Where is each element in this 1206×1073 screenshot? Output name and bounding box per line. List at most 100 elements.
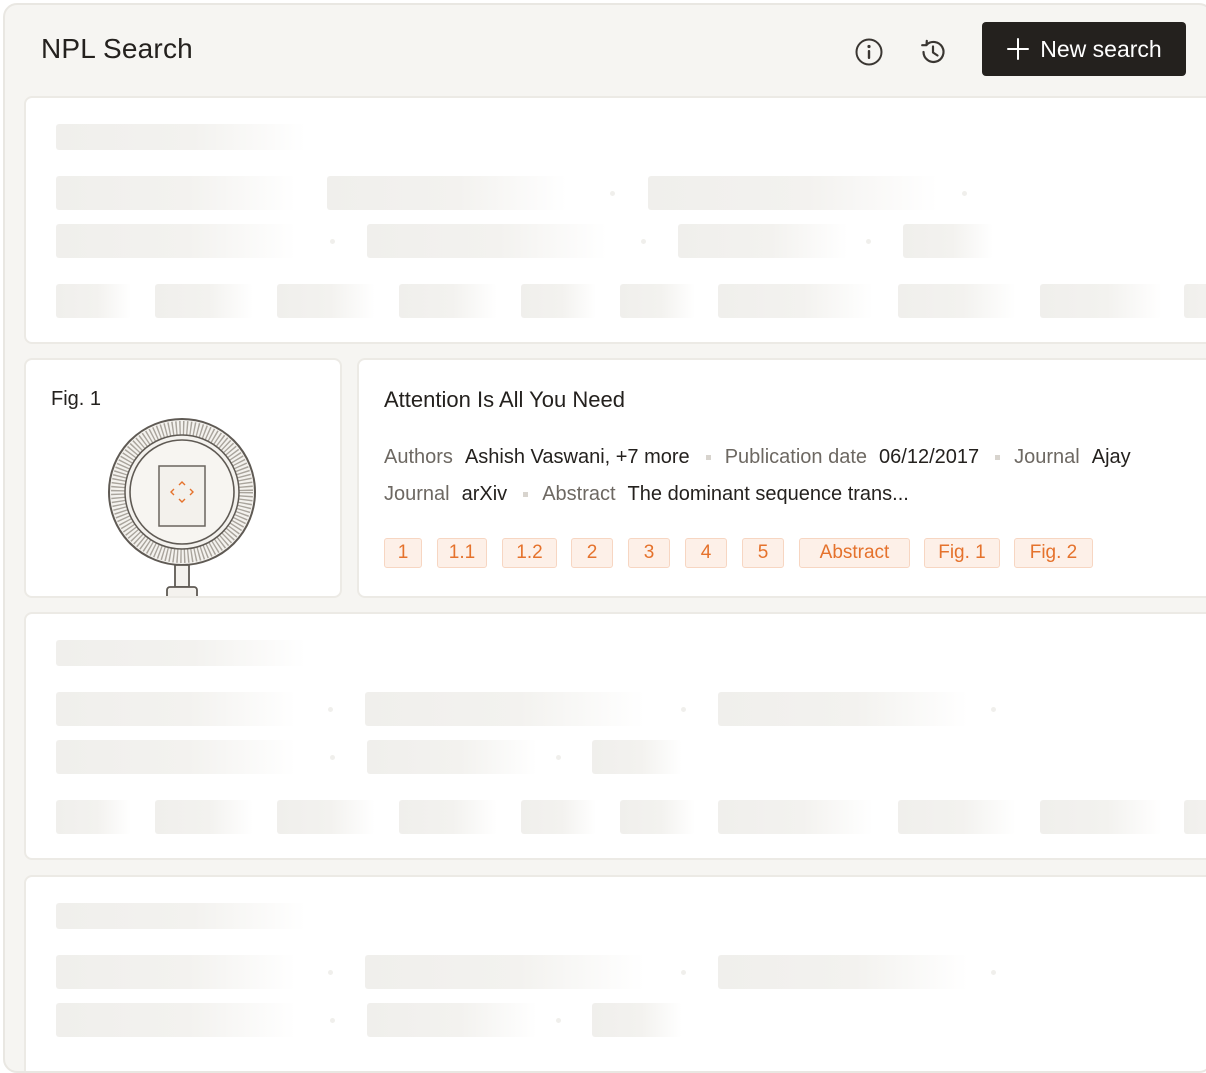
skeleton-line xyxy=(367,740,537,774)
section-tag[interactable]: 1 xyxy=(384,538,422,568)
skeleton-dot xyxy=(328,970,333,975)
section-tag[interactable]: 3 xyxy=(628,538,670,568)
skeleton-line xyxy=(678,224,848,258)
section-tag[interactable]: 1.1 xyxy=(437,538,487,568)
meta-separator xyxy=(523,492,529,497)
section-tag[interactable]: Fig. 1 xyxy=(924,538,1000,568)
skeleton-dot xyxy=(991,970,996,975)
meta-key: Publication date xyxy=(724,446,868,468)
skeleton-line xyxy=(592,740,682,774)
meta-key: Journal xyxy=(384,483,450,505)
skeleton-tag xyxy=(1040,800,1162,834)
skeleton-tag xyxy=(521,800,596,834)
meta-key: Journal xyxy=(1014,446,1080,468)
meta-separator xyxy=(995,455,1001,460)
section-tag[interactable]: Fig. 2 xyxy=(1014,538,1093,568)
meta-key: Abstract xyxy=(542,483,616,505)
skeleton-dot xyxy=(962,191,967,196)
meta-value: The dominant sequence trans... xyxy=(627,483,909,505)
skeleton-tag xyxy=(155,800,253,834)
meta-value: arXiv xyxy=(461,483,508,505)
section-tag[interactable]: Abstract xyxy=(799,538,910,568)
skeleton-tag xyxy=(155,284,253,318)
panel-header: NPL Search New search xyxy=(5,5,1206,97)
skeleton-dot xyxy=(641,239,646,244)
skeleton-tag xyxy=(399,284,497,318)
meta-value: 06/12/2017 xyxy=(879,446,980,468)
section-tag[interactable]: 1.2 xyxy=(502,538,557,568)
skeleton-tag xyxy=(718,284,873,318)
skeleton-dot xyxy=(328,707,333,712)
skeleton-line xyxy=(365,955,645,989)
skeleton-dot xyxy=(866,239,871,244)
history-button[interactable] xyxy=(916,35,950,69)
skeleton-dot xyxy=(556,1018,561,1023)
metadata-row-1: Authors Ashish Vaswani, +7 more Publicat… xyxy=(384,446,1145,469)
skeleton-line xyxy=(367,224,607,258)
skeleton-tag xyxy=(56,800,131,834)
skeleton-tag xyxy=(521,284,596,318)
skeleton-dot xyxy=(330,1018,335,1023)
skeleton-line xyxy=(56,224,296,258)
skeleton-tag xyxy=(718,800,873,834)
result-detail-card[interactable]: Attention Is All You Need Authors Ashish… xyxy=(357,358,1206,598)
skeleton-line xyxy=(56,692,296,726)
skeleton-line xyxy=(56,903,306,929)
skeleton-tag xyxy=(1184,284,1206,318)
metadata-row-2: Journal arXiv Abstract The dominant sequ… xyxy=(384,483,923,506)
section-tag[interactable]: 4 xyxy=(685,538,727,568)
skeleton-dot xyxy=(330,755,335,760)
new-search-label: New search xyxy=(1040,35,1162,62)
meta-separator xyxy=(705,455,711,460)
skeleton-tag xyxy=(399,800,497,834)
skeleton-tag xyxy=(1184,800,1206,834)
skeleton-line xyxy=(56,124,306,150)
skeleton-tag xyxy=(898,800,1016,834)
plus-icon xyxy=(1007,38,1030,60)
skeleton-dot xyxy=(991,707,996,712)
skeleton-dot xyxy=(681,970,686,975)
figure-thumbnail-icon xyxy=(108,418,256,596)
skeleton-dot xyxy=(556,755,561,760)
skeleton-tag xyxy=(898,284,1016,318)
skeleton-tag xyxy=(56,284,131,318)
skeleton-dot xyxy=(330,239,335,244)
skeleton-result-card xyxy=(24,96,1206,344)
skeleton-line xyxy=(718,692,968,726)
meta-key: Authors xyxy=(384,446,453,468)
info-button[interactable] xyxy=(852,35,886,69)
page-title: NPL Search xyxy=(41,33,193,64)
figure-label: Fig. 1 xyxy=(51,388,102,410)
skeleton-dot xyxy=(610,191,615,196)
meta-value: Ajay xyxy=(1091,446,1131,468)
history-icon xyxy=(921,39,945,64)
skeleton-dot xyxy=(681,707,686,712)
skeleton-line xyxy=(648,176,938,210)
skeleton-tag xyxy=(277,284,375,318)
skeleton-line xyxy=(56,176,296,210)
skeleton-tag xyxy=(620,284,695,318)
skeleton-result-card xyxy=(24,875,1206,1071)
info-icon xyxy=(855,38,883,66)
skeleton-line xyxy=(56,955,296,989)
skeleton-line xyxy=(592,1003,682,1037)
skeleton-line xyxy=(718,955,968,989)
skeleton-line xyxy=(903,224,993,258)
section-tag[interactable]: 5 xyxy=(742,538,784,568)
skeleton-line xyxy=(56,1003,296,1037)
npl-search-panel: NPL Search New search Fig. 1 Attention I… xyxy=(3,3,1206,1073)
meta-value: Ashish Vaswani, +7 more xyxy=(464,446,690,468)
skeleton-line xyxy=(365,692,645,726)
skeleton-line xyxy=(327,176,567,210)
paper-title[interactable]: Attention Is All You Need xyxy=(384,387,625,413)
skeleton-tag xyxy=(1040,284,1162,318)
skeleton-result-card xyxy=(24,612,1206,860)
skeleton-line xyxy=(56,740,296,774)
section-tag[interactable]: 2 xyxy=(571,538,613,568)
new-search-button[interactable]: New search xyxy=(982,22,1186,76)
skeleton-line xyxy=(56,640,306,666)
skeleton-tag xyxy=(620,800,695,834)
figure-preview-card[interactable]: Fig. 1 xyxy=(24,358,342,598)
skeleton-line xyxy=(367,1003,537,1037)
skeleton-tag xyxy=(277,800,375,834)
